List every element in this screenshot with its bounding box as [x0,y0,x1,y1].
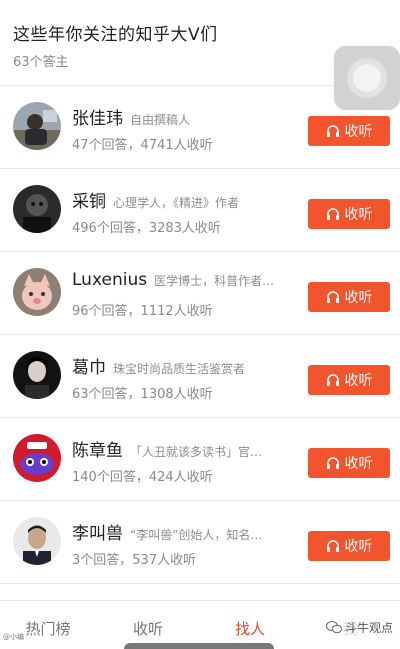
listen-button[interactable]: 收听 [308,282,390,312]
expert-row[interactable]: 陈章鱼 「人丑就该多读书」官… 140个回答，424人收听 收听 [0,418,400,501]
watermark-left: @小编 [3,633,24,641]
expert-name[interactable]: 葛巾 [72,358,106,378]
expert-row[interactable]: 葛巾 珠宝时尚品质生活鉴赏者 63个回答，1308人收听 收听 [0,335,400,418]
avatar-image [13,517,61,565]
avatar[interactable] [13,517,61,565]
expert-desc: 医学博士，科普作者… [154,274,275,288]
expert-desc: 「人丑就该多读书」官… [130,445,263,459]
listen-button[interactable]: 收听 [308,199,390,229]
watermark-right-text: 斗牛观点 [345,621,394,635]
expert-stats: 3个回答，537人收听 [72,553,197,568]
headphones-icon [326,208,339,220]
listen-button[interactable]: 收听 [308,116,390,146]
avatar-image [13,185,61,233]
page-title: 这些年你关注的知乎大V们 [13,25,218,45]
tab-listening[interactable]: 收听 [103,618,193,639]
listen-button-label: 收听 [344,124,373,140]
listen-button-label: 收听 [344,373,373,389]
listen-button-label: 收听 [344,539,373,555]
tab-find-people[interactable]: 找人 [205,618,295,639]
expert-row[interactable]: Luxenius 医学博士，科普作者… 96个回答，1112人收听 收听 [0,252,400,335]
headphones-icon [326,374,339,386]
listen-button[interactable]: 收听 [308,531,390,561]
expert-stats: 496个回答，3283人收听 [72,221,221,236]
expert-count: 63个答主 [13,55,69,70]
listen-button-label: 收听 [344,290,373,306]
listen-button-label: 收听 [344,456,373,472]
avatar-image [13,268,61,316]
avatar[interactable] [13,434,61,482]
expert-desc: 心理学人，《精进》作者 [113,196,240,210]
wechat-icon [326,621,342,634]
expert-list: 张佳玮 自由撰稿人 47个回答，4741人收听 收听 采铜 心理学人，《精进》作者 … [0,86,400,584]
expert-name[interactable]: 陈章鱼 [72,441,123,461]
expert-row[interactable]: 李叫兽 “李叫兽”创始人，知名… 3个回答，537人收听 收听 [0,501,400,584]
avatar[interactable] [13,268,61,316]
expert-name[interactable]: 采铜 [72,192,106,212]
expert-name[interactable]: 李叫兽 [72,524,123,544]
listen-button[interactable]: 收听 [308,448,390,478]
listen-button[interactable]: 收听 [308,365,390,395]
watermark-right: 斗牛观点 [323,618,397,637]
headphones-icon [326,291,339,303]
headphones-icon [326,457,339,469]
avatar[interactable] [13,102,61,150]
expert-stats: 96个回答，1112人收听 [72,304,213,319]
home-indicator[interactable] [124,643,274,649]
avatar-image [13,351,61,399]
expert-name[interactable]: 张佳玮 [72,109,123,129]
expert-stats: 47个回答，4741人收听 [72,138,213,153]
avatar-image [13,102,61,150]
avatar[interactable] [13,351,61,399]
expert-stats: 63个回答，1308人收听 [72,387,213,402]
avatar[interactable] [13,185,61,233]
avatar-image [13,434,61,482]
listen-button-label: 收听 [344,207,373,223]
headphones-icon [326,125,339,137]
expert-desc: 自由撰稿人 [130,113,191,127]
headphones-icon [326,540,339,552]
expert-desc: “李叫兽”创始人，知名… [130,528,263,542]
expert-desc: 珠宝时尚品质生活鉴赏者 [113,362,246,376]
expert-row[interactable]: 采铜 心理学人，《精进》作者 496个回答，3283人收听 收听 [0,169,400,252]
expert-stats: 140个回答，424人收听 [72,470,213,485]
assistive-touch-button[interactable] [334,46,400,110]
expert-name[interactable]: Luxenius [72,270,147,290]
